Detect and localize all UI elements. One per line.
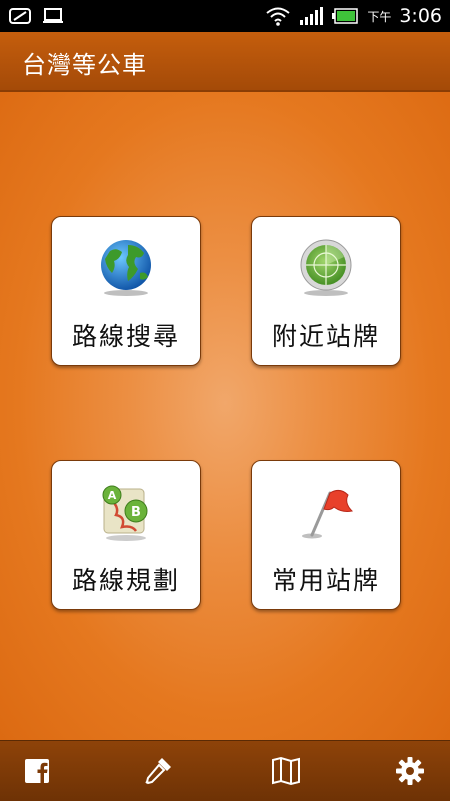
signal-icon bbox=[300, 7, 324, 25]
route-search-label: 路線搜尋 bbox=[71, 322, 180, 351]
route-planning-label: 路線規劃 bbox=[71, 566, 180, 595]
app-title-bar: 台灣等公車 bbox=[0, 32, 450, 92]
favorite-stops-button[interactable]: 常用站牌 bbox=[251, 460, 401, 610]
route-planning-button[interactable]: A B 路線規劃 bbox=[51, 460, 201, 610]
svg-text:A: A bbox=[108, 489, 117, 502]
bottom-toolbar bbox=[0, 740, 450, 801]
wifi-icon bbox=[266, 7, 290, 26]
status-clock: 3:06 bbox=[399, 5, 442, 27]
dropper-icon[interactable] bbox=[142, 755, 174, 787]
map-icon[interactable] bbox=[270, 755, 302, 787]
battery-icon bbox=[332, 8, 359, 24]
svg-text:B: B bbox=[131, 505, 141, 520]
flag-icon bbox=[302, 489, 354, 539]
globe-icon bbox=[101, 240, 151, 296]
radar-icon bbox=[300, 239, 352, 296]
route-map-icon: A B bbox=[102, 485, 148, 541]
status-ampm: 下午 bbox=[367, 9, 392, 24]
status-bar: 下午 3:06 bbox=[0, 0, 450, 32]
favorite-stops-label: 常用站牌 bbox=[271, 566, 380, 595]
app-title: 台灣等公車 bbox=[22, 51, 147, 79]
screen-icon bbox=[43, 8, 63, 23]
settings-icon[interactable] bbox=[394, 755, 426, 787]
route-search-button[interactable]: 路線搜尋 bbox=[51, 216, 201, 366]
nearby-stops-button[interactable]: 附近站牌 bbox=[251, 216, 401, 366]
facebook-icon[interactable] bbox=[22, 755, 54, 787]
nearby-stops-label: 附近站牌 bbox=[271, 322, 380, 351]
main-menu: 路線搜尋 附近站牌 A B 路線規劃 常用站牌 bbox=[0, 92, 450, 740]
notification-icon bbox=[9, 8, 31, 24]
